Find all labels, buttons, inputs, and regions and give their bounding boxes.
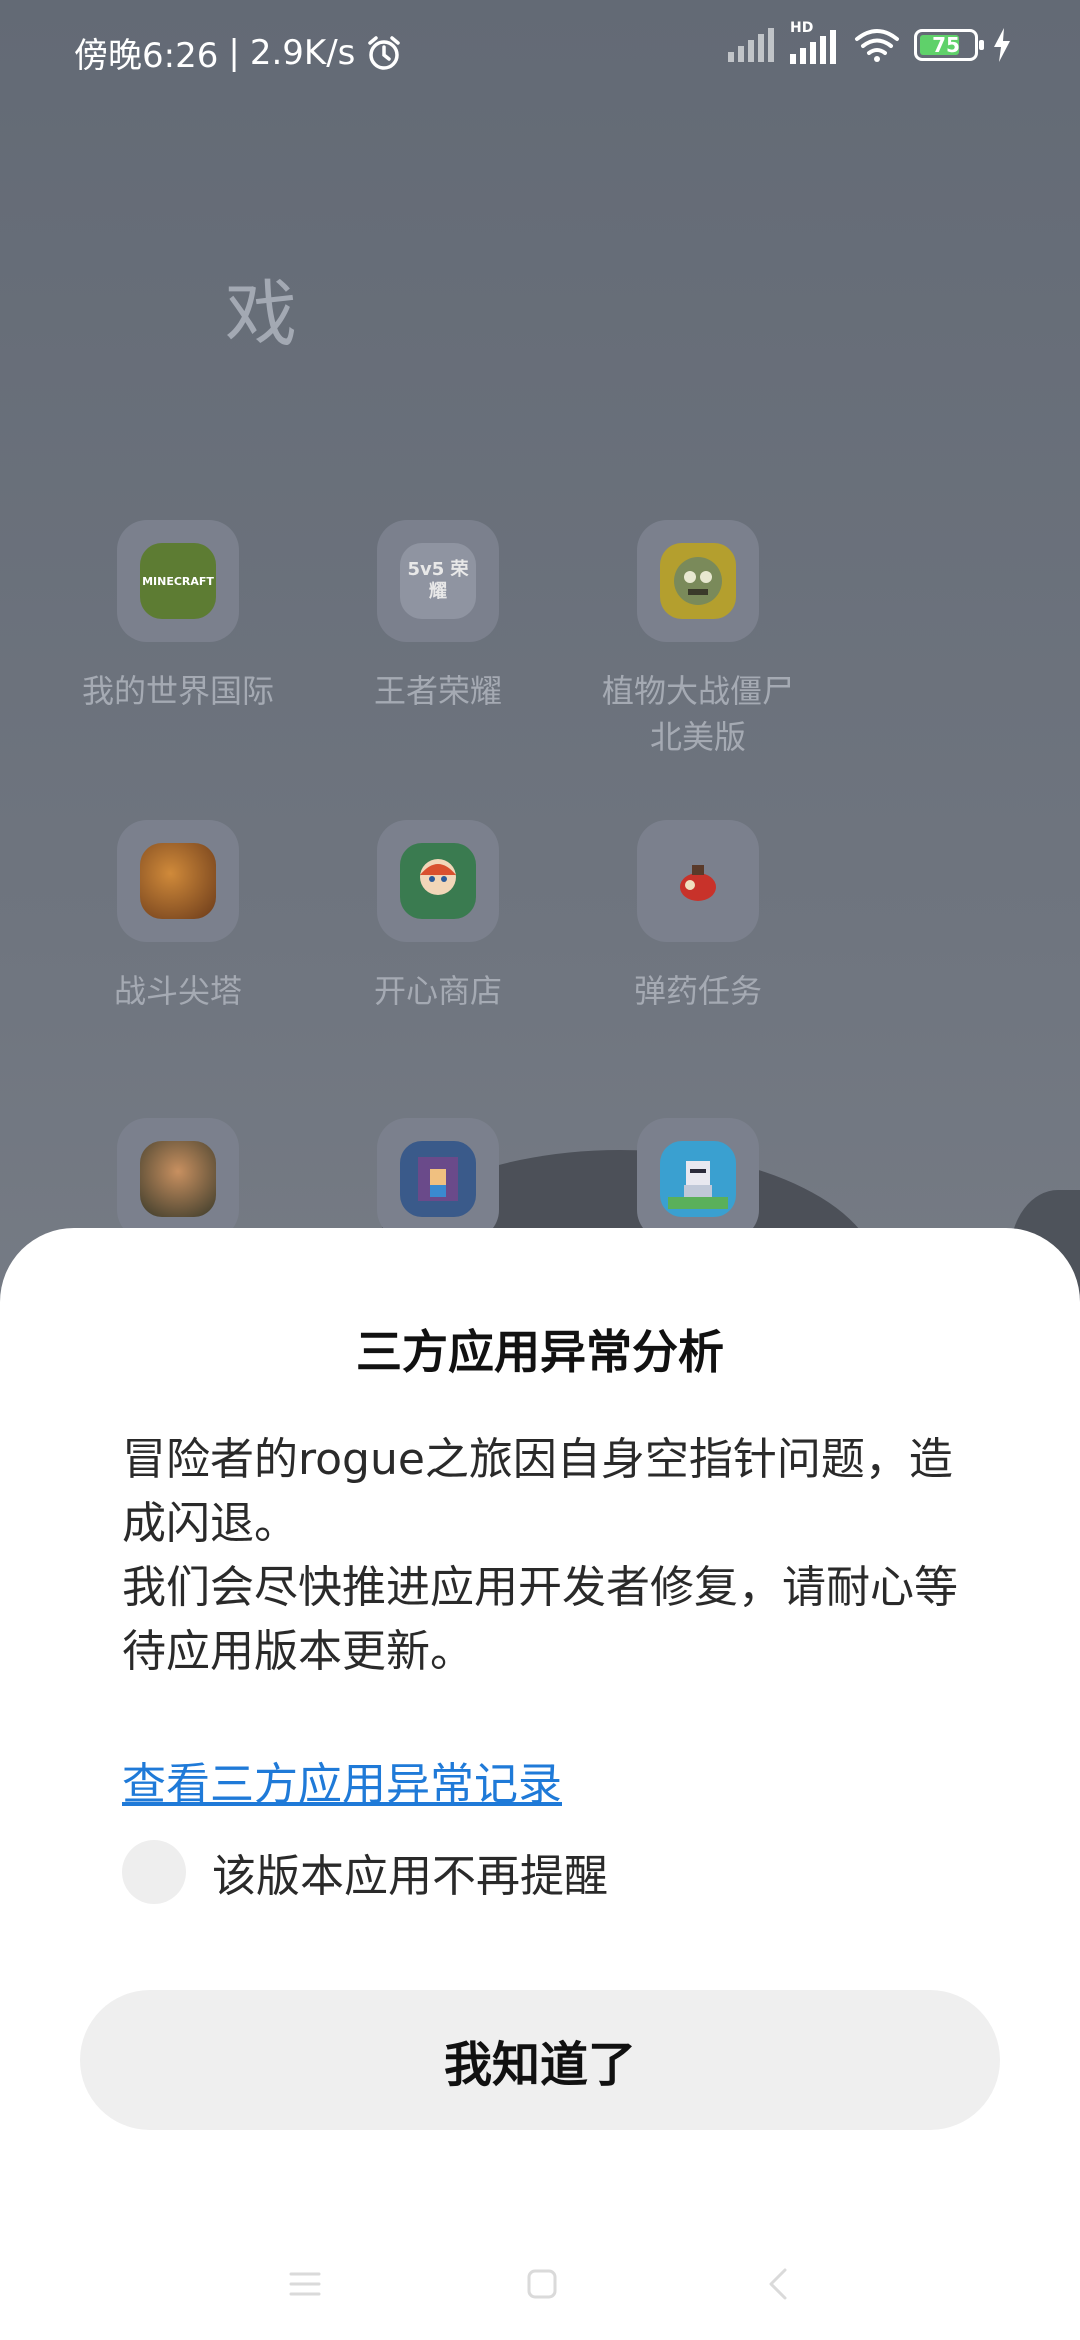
battery-tip bbox=[979, 40, 984, 50]
alarm-icon bbox=[368, 35, 401, 70]
app-label-line1: 植物大战僵尸 bbox=[601, 672, 794, 710]
app-label: 开心商店 bbox=[373, 972, 502, 1010]
app-tile bbox=[117, 820, 239, 942]
minecraft-icon-text: MINECRAFT bbox=[142, 574, 214, 588]
app-ammo-mission[interactable]: 弹药任务 bbox=[568, 820, 828, 1014]
crash-analysis-dialog: 三方应用异常分析 冒险者的rogue之旅因自身空指针问题，造成闪退。 我们会尽快… bbox=[0, 1228, 1080, 2340]
back-icon[interactable] bbox=[759, 2264, 799, 2304]
soldier-game-icon bbox=[140, 1141, 216, 1217]
app-label-line2: 北美版 bbox=[649, 718, 746, 756]
status-right: HD 75 bbox=[726, 20, 1012, 64]
pixel-knight-icon bbox=[668, 1161, 728, 1209]
app-minecraft[interactable]: MINECRAFT 我的世界国际 bbox=[48, 520, 308, 714]
app-happy-shop[interactable]: 开心商店 bbox=[308, 820, 568, 1014]
view-crash-records-link[interactable]: 查看三方应用异常记录 bbox=[122, 1748, 562, 1812]
app-tile bbox=[637, 1118, 759, 1240]
signal-hd-icon bbox=[790, 30, 836, 64]
dont-remind-row[interactable]: 该版本应用不再提醒 bbox=[122, 1840, 608, 1904]
minecraft-icon: MINECRAFT bbox=[140, 543, 216, 619]
signal-icon bbox=[728, 28, 774, 62]
navigation-bar bbox=[0, 2248, 1080, 2328]
app-label: 战斗尖塔 bbox=[113, 972, 242, 1010]
dialog-title: 三方应用异常分析 bbox=[356, 1325, 724, 1379]
app-tile bbox=[377, 820, 499, 942]
status-time: 傍晚6:26 bbox=[74, 36, 219, 76]
network-speed: 2.9K/s bbox=[249, 32, 356, 73]
knight-game-icon bbox=[660, 1141, 736, 1217]
app-tile bbox=[117, 1118, 239, 1240]
app-soldier-game[interactable] bbox=[48, 1118, 308, 1240]
app-tile bbox=[377, 1118, 499, 1240]
app-label: 植物大战僵尸 北美版 bbox=[568, 668, 828, 760]
dialog-message: 冒险者的rogue之旅因自身空指针问题，造成闪退。 我们会尽快推进应用开发者修复… bbox=[122, 1428, 962, 1684]
app-label: 我的世界国际 bbox=[81, 672, 274, 710]
rogue-journey-icon bbox=[400, 1141, 476, 1217]
dialog-message-line2: 我们会尽快推进应用开发者修复，请耐心等待应用版本更新。 bbox=[122, 1562, 958, 1677]
status-separator: | bbox=[228, 32, 240, 73]
app-battle-spire[interactable]: 战斗尖塔 bbox=[48, 820, 308, 1014]
zombie-face-icon bbox=[674, 557, 722, 605]
happy-shop-icon bbox=[400, 843, 476, 919]
folder-title: 戏 bbox=[225, 272, 298, 356]
menu-icon[interactable] bbox=[285, 2264, 325, 2304]
grenade-icon bbox=[680, 865, 716, 901]
battery-level: 75 bbox=[932, 33, 960, 57]
status-bar: 傍晚6:26 | 2.9K/s HD 75 bbox=[0, 0, 1080, 100]
app-tile bbox=[637, 820, 759, 942]
home-icon[interactable] bbox=[522, 2264, 562, 2304]
app-tile: 5v5 荣耀 bbox=[377, 520, 499, 642]
app-honor-of-kings[interactable]: 5v5 荣耀 王者荣耀 bbox=[308, 520, 568, 714]
app-tile bbox=[637, 520, 759, 642]
battery-icon: 75 bbox=[914, 29, 984, 61]
ammo-mission-icon bbox=[660, 843, 736, 919]
signal-hd-indicator: HD bbox=[788, 20, 840, 64]
honor-of-kings-icon: 5v5 荣耀 bbox=[400, 543, 476, 619]
wifi-icon bbox=[855, 29, 899, 62]
app-label: 弹药任务 bbox=[633, 972, 762, 1010]
shop-girl-icon bbox=[420, 859, 456, 895]
dialog-message-line1: 冒险者的rogue之旅因自身空指针问题，造成闪退。 bbox=[122, 1434, 953, 1549]
got-it-button[interactable]: 我知道了 bbox=[80, 1990, 1000, 2130]
app-label: 王者荣耀 bbox=[373, 672, 502, 710]
app-tile: MINECRAFT bbox=[117, 520, 239, 642]
app-rogue-journey[interactable] bbox=[308, 1118, 568, 1240]
pvz-icon bbox=[660, 543, 736, 619]
dont-remind-checkbox[interactable] bbox=[122, 1840, 186, 1904]
charging-icon bbox=[994, 28, 1010, 62]
dont-remind-label[interactable]: 该版本应用不再提醒 bbox=[212, 1840, 608, 1904]
battle-spire-icon bbox=[140, 843, 216, 919]
app-knight-game[interactable] bbox=[568, 1118, 828, 1240]
app-pvz[interactable]: 植物大战僵尸 北美版 bbox=[568, 520, 828, 760]
pixel-hero-icon bbox=[418, 1157, 458, 1201]
status-left: 傍晚6:26 | 2.9K/s bbox=[74, 28, 403, 77]
honor-of-kings-icon-text: 5v5 荣耀 bbox=[407, 559, 469, 602]
